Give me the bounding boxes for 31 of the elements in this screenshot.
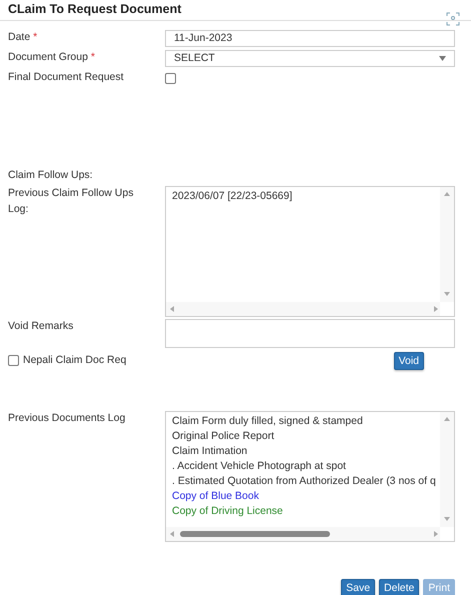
- scan-icon[interactable]: [446, 12, 460, 26]
- checkbox[interactable]: Nepali Claim Doc Req: [8, 352, 394, 369]
- field-label: Date *: [8, 30, 38, 46]
- log-line: . Accident Vehicle Photograph at spot: [172, 458, 347, 474]
- field-label: Void Remarks: [8, 318, 74, 334]
- field-label: Previous Documents Log: [8, 410, 126, 426]
- log-line: Copy of Driving License: [172, 504, 284, 519]
- checkbox[interactable]: [165, 72, 176, 84]
- date-field[interactable]: 11-Jun-2023: [165, 30, 455, 46]
- void-button[interactable]: Void: [394, 352, 424, 370]
- log-line: Claim Form duly filled, signed & stamped: [172, 414, 364, 429]
- field-label: Final Document Request: [8, 70, 125, 86]
- select-dropdown[interactable]: SELECT: [165, 50, 455, 66]
- action-button: Print: [423, 578, 455, 595]
- vertical-scrollbar[interactable]: [440, 412, 454, 527]
- page-title: CLaim To Request Document: [8, 1, 182, 18]
- section-label: Claim Follow Ups:: [8, 168, 94, 183]
- vertical-scrollbar[interactable]: [440, 186, 454, 302]
- log-line: Claim Intimation: [172, 444, 248, 459]
- remarks-field[interactable]: [165, 318, 455, 348]
- log-line: 2023/06/07 [22/23-05669]: [172, 188, 294, 204]
- action-button[interactable]: Save: [341, 578, 376, 595]
- action-button[interactable]: Delete: [379, 578, 420, 595]
- log-line: . Estimated Quotation from Authorized Dealer (3 nos of q: [172, 474, 434, 489]
- horizontal-scrollbar[interactable]: [166, 302, 440, 316]
- field-label: Previous Claim Follow Ups Log:: [8, 186, 134, 216]
- log-line: Original Police Report: [172, 428, 276, 444]
- caret-icon: [439, 56, 446, 60]
- horizontal-scrollbar[interactable]: [166, 526, 440, 541]
- log-line: Copy of Blue Book: [172, 488, 260, 504]
- field-label: Document Group *: [8, 50, 96, 66]
